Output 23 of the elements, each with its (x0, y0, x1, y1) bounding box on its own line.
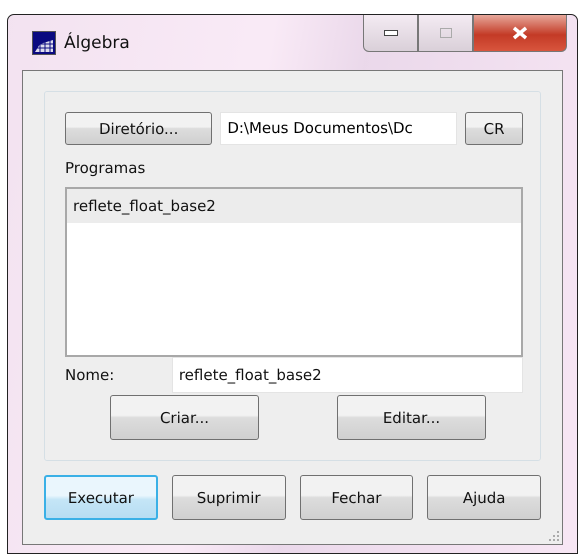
list-item[interactable]: reflete_float_base2 (67, 189, 521, 223)
minimize-button[interactable] (363, 15, 418, 52)
close-icon (512, 26, 528, 40)
app-icon (32, 30, 56, 54)
name-field[interactable]: reflete_float_base2 (172, 357, 523, 393)
name-label: Nome: (65, 366, 116, 384)
dialog-button[interactable]: Fechar (300, 475, 414, 520)
dialog-button[interactable]: Suprimir (172, 475, 286, 520)
action-button[interactable]: Editar... (337, 395, 486, 440)
resize-grip-icon (548, 530, 560, 542)
maximize-button[interactable] (418, 15, 473, 52)
directory-button[interactable]: Diretório... (65, 112, 212, 145)
action-button[interactable]: Criar... (110, 395, 259, 440)
minimize-icon (384, 30, 398, 36)
maximize-icon (440, 28, 452, 38)
cr-button[interactable]: CR (465, 112, 523, 145)
dialog-button[interactable]: Ajuda (427, 475, 542, 520)
window-title: Álgebra (64, 32, 130, 52)
close-button[interactable] (473, 15, 567, 52)
programs-list[interactable]: reflete_float_base2 (65, 187, 523, 357)
dialog-button[interactable]: Executar (44, 475, 158, 520)
programs-label: Programas (65, 159, 146, 177)
path-field[interactable]: D:\Meus Documentos\Dc (220, 112, 458, 145)
